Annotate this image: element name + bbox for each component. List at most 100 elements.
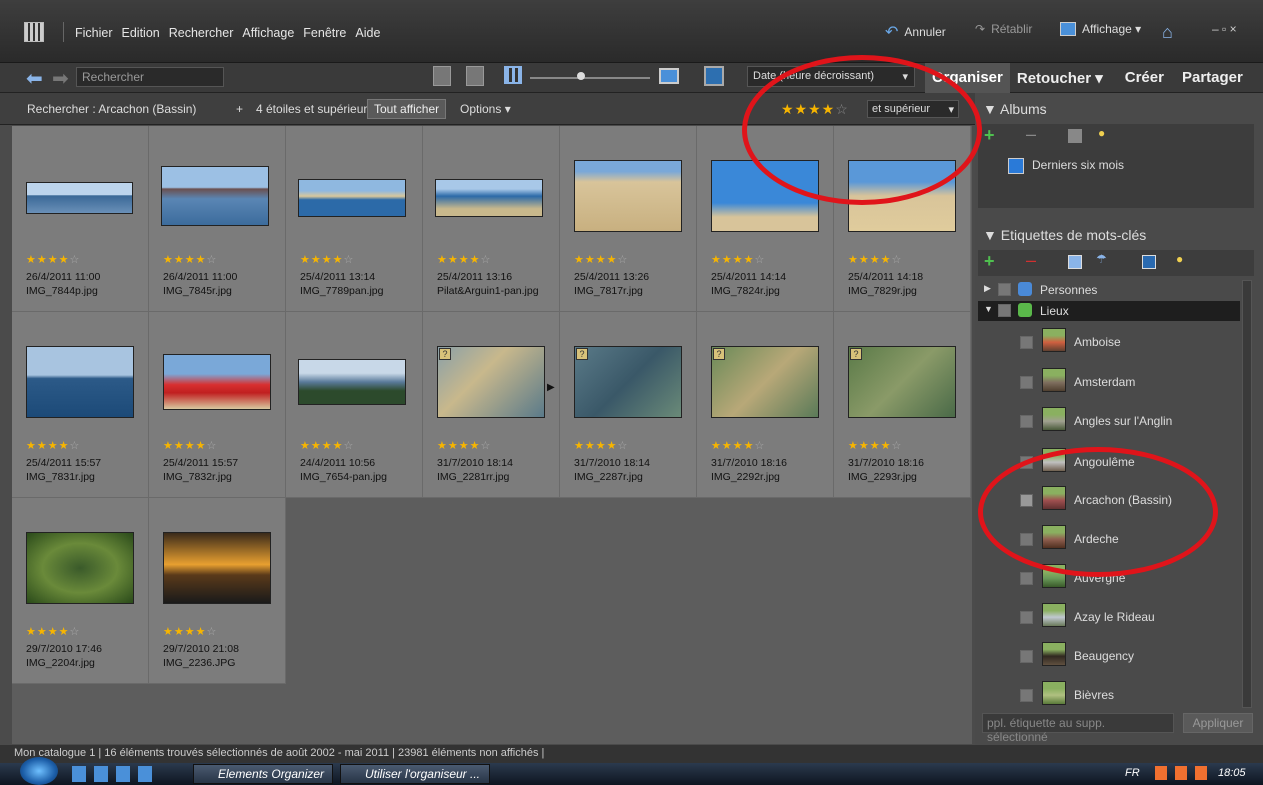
keyword-category-places[interactable]: ▼ Lieux xyxy=(978,301,1240,321)
quicklaunch-icons[interactable] xyxy=(72,766,154,782)
keyword-item[interactable]: Angles sur l'Anglin xyxy=(978,405,1240,435)
keywords-scrollbar[interactable] xyxy=(1242,280,1252,708)
checkbox[interactable] xyxy=(1020,336,1033,349)
redo-button[interactable]: ↷ Rétablir xyxy=(975,22,1032,36)
app-icon[interactable] xyxy=(24,22,44,42)
divider xyxy=(63,22,64,42)
photo-cell[interactable]: ★★★★☆ 26/4/2011 11:00 IMG_7844p.jpg xyxy=(12,126,149,312)
redo-icon: ↷ xyxy=(975,22,986,36)
albums-header[interactable]: ▼ Albums xyxy=(975,96,1263,124)
menu-file[interactable]: Fichier xyxy=(75,26,113,40)
checkbox[interactable] xyxy=(1020,611,1033,624)
menu-edit[interactable]: Edition xyxy=(122,26,160,40)
checkbox[interactable] xyxy=(1020,415,1033,428)
tab-create[interactable]: Créer xyxy=(1118,63,1171,93)
photo-cell[interactable]: ★★★★☆ 29/7/2010 21:08 IMG_2236.JPG xyxy=(149,498,286,684)
tag-icon[interactable] xyxy=(1068,255,1082,269)
edit-icon[interactable] xyxy=(1068,129,1082,143)
photo-icon[interactable] xyxy=(1142,255,1156,269)
photo-thumbnail xyxy=(163,532,271,604)
apply-keyword-input[interactable]: ppl. étiquette au supp. sélectionné xyxy=(982,713,1174,744)
grid-view-icon[interactable] xyxy=(504,66,522,84)
undo-button[interactable]: ↶ Annuler xyxy=(885,22,946,42)
stack-arrow-icon[interactable]: ▶ xyxy=(547,382,555,393)
view-icon xyxy=(1060,22,1076,36)
menu-help[interactable]: Aide xyxy=(355,26,380,40)
add-icon[interactable]: + xyxy=(984,125,995,146)
remove-icon[interactable]: – xyxy=(1026,124,1036,145)
photo-thumbnail xyxy=(298,359,406,405)
search-criteria: Rechercher : Arcachon (Bassin) xyxy=(27,102,197,116)
taskbar-button-organizer[interactable]: Elements Organizer xyxy=(193,764,333,784)
rotate-right-icon[interactable] xyxy=(466,66,484,86)
menu-window[interactable]: Fenêtre xyxy=(303,26,346,40)
places-icon xyxy=(1018,303,1032,317)
album-icon xyxy=(1008,158,1024,174)
annotation-circle xyxy=(978,447,1218,577)
fullscreen-icon[interactable] xyxy=(704,66,724,86)
collapse-arrow-icon: ▼ xyxy=(983,101,1000,117)
keyword-item[interactable]: Amsterdam xyxy=(978,366,1240,396)
keyword-thumbnail-icon xyxy=(1042,407,1066,431)
photo-cell[interactable]: ? ★★★★☆ 31/7/2010 18:14 IMG_2287r.jpg xyxy=(560,312,697,498)
thumbnail-size-slider[interactable] xyxy=(530,77,650,79)
checkbox[interactable] xyxy=(998,283,1011,296)
photo-thumbnail xyxy=(298,179,406,217)
home-icon[interactable]: ⌂ xyxy=(1162,22,1173,43)
keyword-item[interactable]: Azay le Rideau xyxy=(978,601,1240,631)
tray-icons[interactable] xyxy=(1155,766,1213,780)
slider-knob[interactable] xyxy=(577,72,585,80)
keyword-item[interactable]: Amboise xyxy=(978,326,1240,356)
keywords-header[interactable]: ▼ Etiquettes de mots-clés xyxy=(975,222,1263,250)
clock: 18:05 xyxy=(1218,767,1246,779)
undo-icon: ↶ xyxy=(885,24,899,41)
search-input[interactable]: Rechercher xyxy=(76,67,224,87)
forward-arrow-icon[interactable]: ➡ xyxy=(52,66,69,91)
photo-cell[interactable]: ? ★★★★☆ 31/7/2010 18:16 IMG_2292r.jpg xyxy=(697,312,834,498)
annotation-circle xyxy=(742,55,982,205)
keyword-thumbnail-icon xyxy=(1042,368,1066,392)
photo-cell[interactable]: ★★★★☆ 25/4/2011 13:14 IMG_7789pan.jpg xyxy=(286,126,423,312)
photo-cell[interactable]: ? ▶ ★★★★☆ 31/7/2010 18:14 IMG_2281rr.jpg xyxy=(423,312,560,498)
language-indicator[interactable]: FR xyxy=(1125,767,1140,779)
large-thumb-icon[interactable] xyxy=(659,68,679,84)
remove-icon[interactable]: – xyxy=(1026,250,1036,271)
photo-thumbnail xyxy=(26,346,134,418)
expand-arrow-icon: ▼ xyxy=(984,304,993,314)
photo-cell[interactable]: ? ★★★★☆ 31/7/2010 18:16 IMG_2293r.jpg xyxy=(834,312,971,498)
keyword-category-people[interactable]: ▶ Personnes xyxy=(978,281,1240,299)
options-menu[interactable]: Options ▾ xyxy=(460,102,511,116)
menu-view[interactable]: Affichage xyxy=(242,26,294,40)
bulb-icon[interactable]: ● xyxy=(1176,252,1183,266)
photo-cell[interactable]: ★★★★☆ 25/4/2011 13:26 IMG_7817r.jpg xyxy=(560,126,697,312)
window-controls[interactable]: – ▫ × xyxy=(1212,22,1237,36)
photo-cell[interactable]: ★★★★☆ 26/4/2011 11:00 IMG_7845r.jpg xyxy=(149,126,286,312)
show-all-button[interactable]: Tout afficher xyxy=(367,99,447,119)
checkbox[interactable] xyxy=(1020,572,1033,585)
keyword-item[interactable]: Bièvres xyxy=(978,679,1240,709)
tab-edit[interactable]: Retoucher ▾ xyxy=(1010,63,1110,93)
checkbox[interactable] xyxy=(1020,376,1033,389)
bulb-icon[interactable]: ● xyxy=(1098,126,1105,140)
tab-share[interactable]: Partager xyxy=(1175,63,1250,93)
checkbox[interactable] xyxy=(1020,689,1033,702)
photo-cell[interactable]: ★★★★☆ 25/4/2011 13:16 Pilat&Arguin1-pan.jp… xyxy=(423,126,560,312)
photo-cell[interactable]: ★★★★☆ 24/4/2011 10:56 IMG_7654-pan.jpg xyxy=(286,312,423,498)
taskbar-button-document[interactable]: Utiliser l'organiseur ... xyxy=(340,764,490,784)
add-icon[interactable]: + xyxy=(984,251,995,272)
question-icon: ? xyxy=(713,348,725,360)
checkbox[interactable] xyxy=(998,304,1011,317)
start-button[interactable] xyxy=(20,757,58,785)
album-item[interactable]: Derniers six mois xyxy=(1008,158,1124,174)
photo-cell[interactable]: ★★★★☆ 25/4/2011 15:57 IMG_7831r.jpg xyxy=(12,312,149,498)
keyword-item[interactable]: Beaugency xyxy=(978,640,1240,670)
checkbox[interactable] xyxy=(1020,650,1033,663)
photo-cell[interactable]: ★★★★☆ 29/7/2010 17:46 IMG_2204r.jpg xyxy=(12,498,149,684)
back-arrow-icon[interactable]: ⬅ xyxy=(26,66,43,91)
apply-button[interactable]: Appliquer xyxy=(1183,713,1253,733)
rotate-left-icon[interactable] xyxy=(433,66,451,86)
menu-search[interactable]: Rechercher xyxy=(169,26,234,40)
photo-cell[interactable]: ★★★★☆ 25/4/2011 15:57 IMG_7832r.jpg xyxy=(149,312,286,498)
view-button[interactable]: Affichage ▾ xyxy=(1060,22,1141,36)
umbrella-icon[interactable]: ☂ xyxy=(1096,252,1107,266)
